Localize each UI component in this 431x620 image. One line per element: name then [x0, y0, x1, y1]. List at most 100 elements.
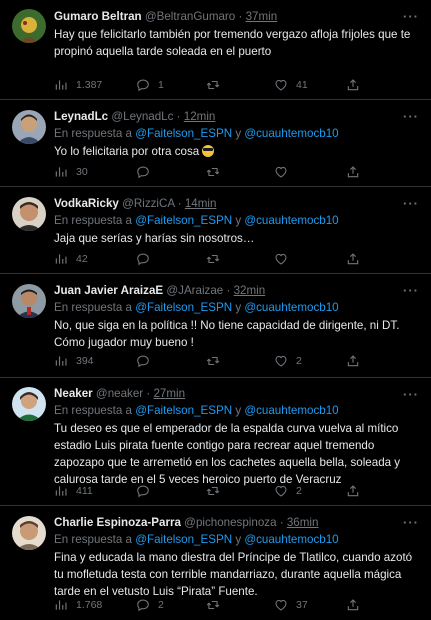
reply-button[interactable]	[136, 164, 158, 180]
reply-and: y	[235, 533, 242, 546]
timestamp[interactable]: 14min	[185, 197, 217, 210]
avatar[interactable]	[12, 516, 46, 550]
user-handle[interactable]: @RizziCA	[122, 197, 174, 210]
reply-prefix: En respuesta a	[54, 404, 132, 417]
timestamp[interactable]: 37min	[246, 10, 278, 23]
mention-link[interactable]: @cuauhtemocb10	[244, 301, 338, 314]
share-button[interactable]	[346, 597, 360, 613]
like-button[interactable]: 2	[274, 483, 302, 499]
timestamp[interactable]: 27min	[153, 387, 185, 400]
tweet[interactable]: ··· Neaker @neaker · 27min En respuesta …	[0, 378, 431, 506]
retweet-button[interactable]	[206, 597, 228, 613]
retweet-button[interactable]	[206, 483, 228, 499]
share-upload-icon	[346, 252, 360, 266]
views-button[interactable]: 394	[54, 353, 94, 369]
user-handle[interactable]: @JAraizae	[166, 284, 223, 297]
avatar[interactable]	[12, 284, 46, 318]
tweet[interactable]: ··· VodkaRicky @RizziCA · 14min En respu…	[0, 187, 431, 274]
like-button[interactable]	[274, 164, 296, 180]
heart-icon	[274, 484, 288, 498]
reply-prefix: En respuesta a	[54, 533, 132, 546]
retweet-arrows-icon	[206, 354, 220, 368]
user-handle[interactable]: @neaker	[96, 387, 143, 400]
tweet-text: Fina y educada la mano diestra del Prínc…	[54, 551, 413, 598]
tweet[interactable]: ··· Charlie Espinoza-Parra @pichonespino…	[0, 506, 431, 620]
speech-bubble-icon	[136, 78, 150, 92]
reply-button[interactable]	[136, 251, 158, 267]
user-handle[interactable]: @LeynadLc	[111, 110, 173, 123]
separator: ·	[176, 110, 181, 123]
speech-bubble-icon	[136, 165, 150, 179]
tweet[interactable]: ··· LeynadLc @LeynadLc · 12min En respue…	[0, 100, 431, 187]
mention-link[interactable]: @Faitelson_ESPN	[135, 127, 232, 140]
timestamp[interactable]: 36min	[287, 516, 319, 529]
like-button[interactable]: 37	[274, 597, 308, 613]
like-button[interactable]	[274, 251, 296, 267]
share-button[interactable]	[346, 251, 360, 267]
share-button[interactable]	[346, 164, 360, 180]
display-name[interactable]: LeynadLc	[54, 110, 108, 123]
retweet-button[interactable]	[206, 251, 228, 267]
share-button[interactable]	[346, 483, 360, 499]
share-button[interactable]	[346, 353, 360, 369]
mention-link[interactable]: @cuauhtemocb10	[244, 127, 338, 140]
reply-and: y	[235, 214, 242, 227]
share-button[interactable]	[346, 77, 360, 93]
display-name[interactable]: VodkaRicky	[54, 197, 119, 210]
reply-button[interactable]: 1	[136, 77, 164, 93]
mention-link[interactable]: @Faitelson_ESPN	[135, 404, 232, 417]
mention-link[interactable]: @Faitelson_ESPN	[135, 214, 232, 227]
like-button[interactable]: 41	[274, 77, 308, 93]
share-upload-icon	[346, 484, 360, 498]
mention-link[interactable]: @Faitelson_ESPN	[135, 533, 232, 546]
reply-button[interactable]	[136, 483, 158, 499]
like-count: 2	[296, 355, 302, 367]
avatar[interactable]	[12, 197, 46, 231]
reply-prefix: En respuesta a	[54, 214, 132, 227]
action-bar: 30	[54, 164, 364, 180]
tweet[interactable]: ··· Gumaro Beltran @BeltranGumaro · 37mi…	[0, 0, 431, 100]
share-upload-icon	[346, 354, 360, 368]
bar-chart-icon	[54, 354, 68, 368]
timestamp[interactable]: 12min	[184, 110, 216, 123]
action-bar: 394 2	[54, 353, 364, 369]
avatar[interactable]	[12, 387, 46, 421]
views-button[interactable]: 411	[54, 483, 93, 499]
mention-link[interactable]: @cuauhtemocb10	[244, 214, 338, 227]
reply-button[interactable]: 2	[136, 597, 164, 613]
tweet-text: Jaja que serías y harías sin nosotros…	[54, 232, 255, 245]
avatar[interactable]	[12, 110, 46, 144]
separator: ·	[146, 387, 151, 400]
views-button[interactable]: 42	[54, 251, 88, 267]
sunglasses-emoji-icon	[202, 145, 215, 157]
display-name[interactable]: Gumaro Beltran	[54, 10, 142, 23]
retweet-button[interactable]	[206, 353, 228, 369]
reply-context: En respuesta a @Faitelson_ESPN y @cuauht…	[54, 300, 421, 316]
display-name[interactable]: Juan Javier AraizaE	[54, 284, 163, 297]
avatar[interactable]	[12, 9, 46, 43]
mention-link[interactable]: @cuauhtemocb10	[244, 404, 338, 417]
display-name[interactable]: Charlie Espinoza-Parra	[54, 516, 181, 529]
user-handle[interactable]: @pichonespinoza	[184, 516, 276, 529]
mention-link[interactable]: @Faitelson_ESPN	[135, 301, 232, 314]
like-button[interactable]: 2	[274, 353, 302, 369]
separator: ·	[226, 284, 231, 297]
mention-link[interactable]: @cuauhtemocb10	[244, 533, 338, 546]
retweet-button[interactable]	[206, 164, 228, 180]
views-button[interactable]: 1.387	[54, 77, 102, 93]
tweet[interactable]: ··· Juan Javier AraizaE @JAraizae · 32mi…	[0, 274, 431, 378]
display-name[interactable]: Neaker	[54, 387, 93, 400]
speech-bubble-icon	[136, 252, 150, 266]
bar-chart-icon	[54, 484, 68, 498]
reply-button[interactable]	[136, 353, 158, 369]
user-handle[interactable]: @BeltranGumaro	[145, 10, 235, 23]
timestamp[interactable]: 32min	[234, 284, 266, 297]
views-button[interactable]: 30	[54, 164, 88, 180]
views-button[interactable]: 1.768	[54, 597, 102, 613]
views-count: 394	[76, 355, 94, 367]
reply-context: En respuesta a @Faitelson_ESPN y @cuauht…	[54, 403, 421, 419]
views-count: 1.768	[76, 599, 103, 611]
retweet-button[interactable]	[206, 77, 228, 93]
reply-count: 2	[158, 599, 164, 611]
retweet-arrows-icon	[206, 78, 220, 92]
